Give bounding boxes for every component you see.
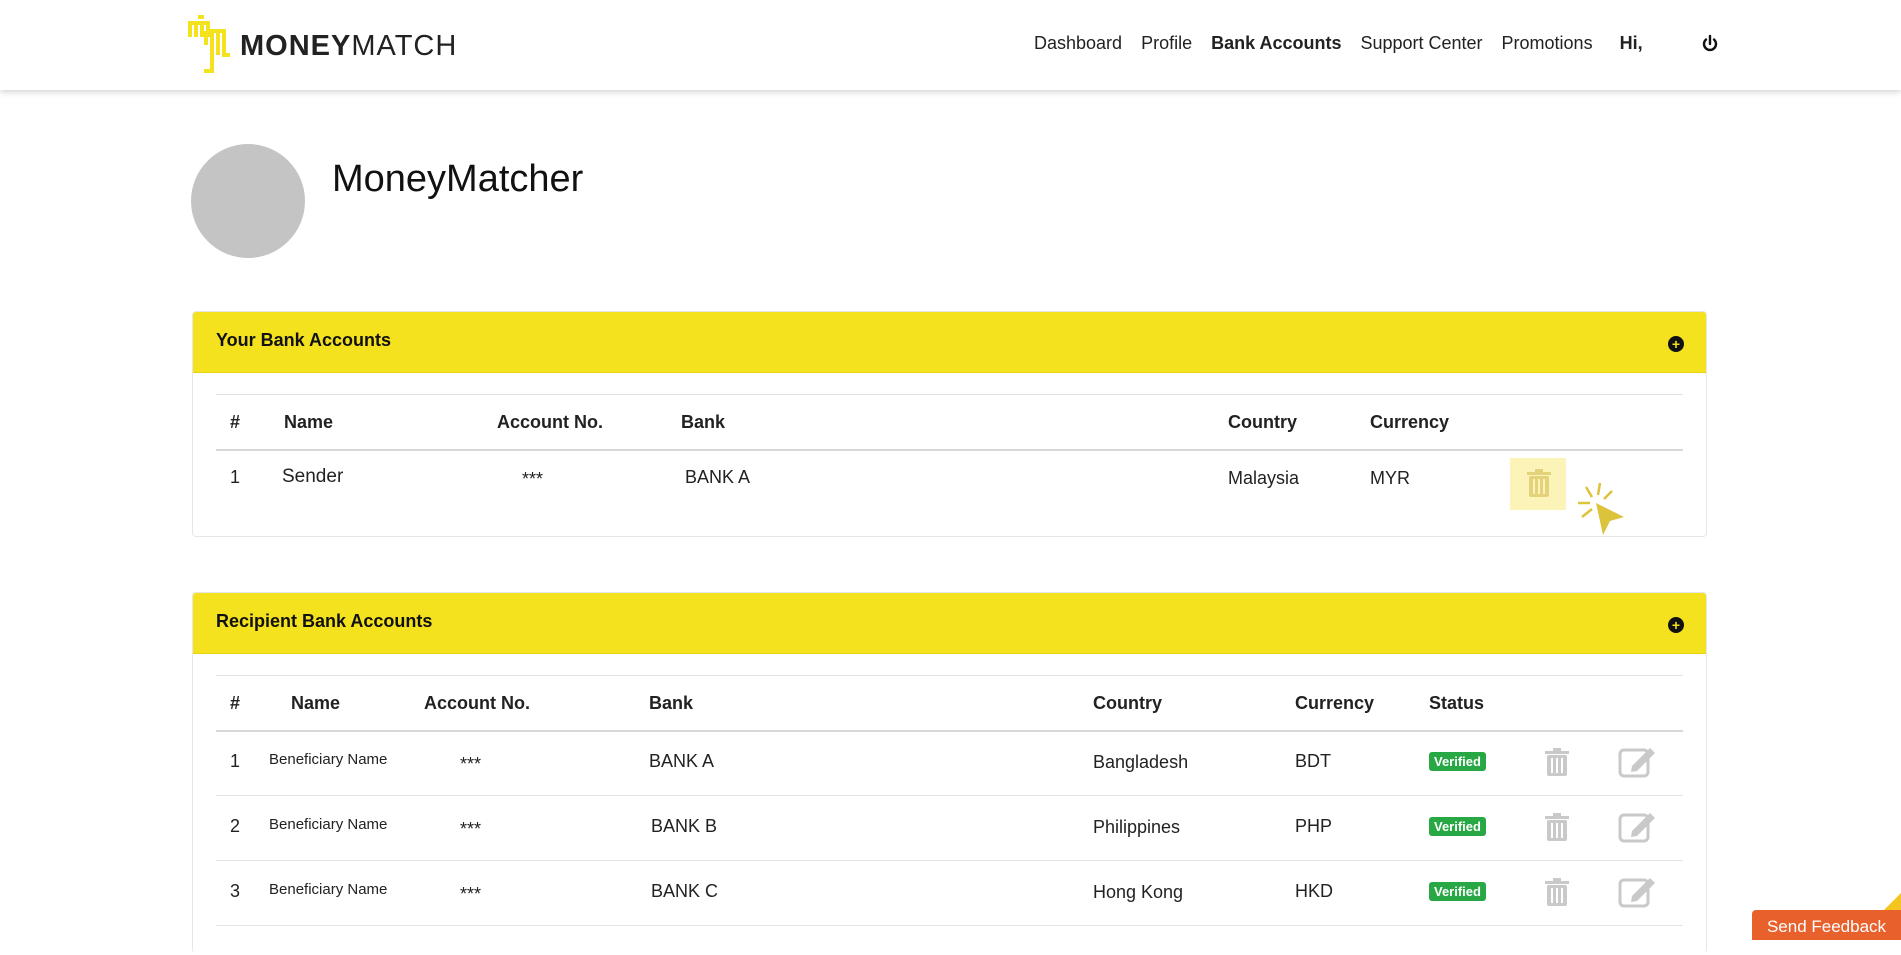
logo-mark-icon — [188, 15, 232, 77]
row-currency: MYR — [1370, 468, 1410, 489]
nav-support-center[interactable]: Support Center — [1360, 33, 1482, 54]
row-bank: BANK C — [651, 881, 718, 902]
click-cursor-icon — [1566, 475, 1636, 545]
col-currency: Currency — [1295, 693, 1374, 714]
panel-header: Recipient Bank Accounts + — [193, 593, 1706, 654]
trash-icon[interactable] — [1544, 747, 1570, 777]
row-number: 1 — [230, 751, 240, 772]
row-currency: PHP — [1295, 816, 1332, 837]
col-name: Name — [291, 693, 340, 714]
row-name: Sender — [282, 466, 343, 488]
col-country: Country — [1093, 693, 1162, 714]
row-currency: BDT — [1295, 751, 1331, 772]
col-name: Name — [284, 412, 333, 433]
row-number: 3 — [230, 881, 240, 902]
panel-title: Your Bank Accounts — [216, 330, 391, 351]
table-row: 3 Beneficiary Name *** BANK C Hong Kong … — [216, 861, 1683, 926]
user-greeting: Hi, — [1620, 33, 1643, 54]
row-bank: BANK A — [685, 467, 750, 488]
row-account: *** — [460, 819, 481, 840]
row-account: *** — [522, 469, 543, 490]
row-name: Beneficiary Name — [269, 751, 387, 768]
col-account-no: Account No. — [424, 693, 530, 714]
row-country: Philippines — [1093, 817, 1180, 838]
row-name: Beneficiary Name — [269, 816, 387, 833]
corner-tab — [1884, 893, 1901, 910]
col-country: Country — [1228, 412, 1297, 433]
table-row: 1 Sender *** BANK A Malaysia MYR — [216, 450, 1683, 505]
col-number: # — [230, 693, 240, 714]
status-badge: Verified — [1429, 752, 1486, 771]
nav-promotions[interactable]: Promotions — [1502, 33, 1593, 54]
col-bank: Bank — [649, 693, 693, 714]
recipient-accounts-table: # Name Account No. Bank Country Currency… — [216, 675, 1683, 955]
row-account: *** — [460, 884, 481, 905]
row-number: 2 — [230, 816, 240, 837]
table-header: # Name Account No. Bank Country Currency — [216, 394, 1683, 451]
col-status: Status — [1429, 693, 1484, 714]
edit-icon[interactable] — [1618, 746, 1656, 778]
nav-dashboard[interactable]: Dashboard — [1034, 33, 1122, 54]
row-bank: BANK A — [649, 751, 714, 772]
panel-header: Your Bank Accounts + — [193, 312, 1706, 373]
row-currency: HKD — [1295, 881, 1333, 902]
col-currency: Currency — [1370, 412, 1449, 433]
col-number: # — [230, 412, 240, 433]
power-icon[interactable] — [1700, 34, 1720, 54]
send-feedback-button[interactable]: Send Feedback — [1752, 910, 1901, 940]
row-account: *** — [460, 754, 481, 775]
status-badge: Verified — [1429, 817, 1486, 836]
avatar — [191, 144, 305, 258]
col-bank: Bank — [681, 412, 725, 433]
main-nav: Dashboard Profile Bank Accounts Support … — [1034, 33, 1643, 54]
row-name: Beneficiary Name — [269, 881, 387, 898]
your-accounts-table: # Name Account No. Bank Country Currency… — [216, 394, 1683, 524]
top-header: MONEYMATCH Dashboard Profile Bank Accoun… — [0, 0, 1901, 90]
status-badge: Verified — [1429, 882, 1486, 901]
brand-logo[interactable]: MONEYMATCH — [188, 15, 457, 77]
row-country: Bangladesh — [1093, 752, 1188, 773]
your-bank-accounts-panel: Your Bank Accounts + # Name Account No. … — [192, 311, 1707, 537]
add-bank-account-button[interactable]: + — [1668, 336, 1684, 352]
nav-profile[interactable]: Profile — [1141, 33, 1192, 54]
profile-name: MoneyMatcher — [332, 158, 583, 201]
add-recipient-button[interactable]: + — [1668, 617, 1684, 633]
table-row: 2 Beneficiary Name *** BANK B Philippine… — [216, 796, 1683, 861]
nav-bank-accounts[interactable]: Bank Accounts — [1211, 33, 1341, 54]
edit-icon[interactable] — [1618, 811, 1656, 843]
trash-icon[interactable] — [1526, 468, 1552, 498]
trash-icon[interactable] — [1544, 877, 1570, 907]
row-bank: BANK B — [651, 816, 717, 837]
row-country: Malaysia — [1228, 468, 1299, 489]
table-row: 1 Beneficiary Name *** BANK A Bangladesh… — [216, 731, 1683, 796]
row-number: 1 — [230, 467, 240, 488]
row-country: Hong Kong — [1093, 882, 1183, 903]
col-account-no: Account No. — [497, 412, 603, 433]
table-header: # Name Account No. Bank Country Currency… — [216, 675, 1683, 732]
trash-icon[interactable] — [1544, 812, 1570, 842]
panel-title: Recipient Bank Accounts — [216, 611, 432, 632]
brand-name: MONEYMATCH — [240, 30, 457, 63]
edit-icon[interactable] — [1618, 876, 1656, 908]
recipient-bank-accounts-panel: Recipient Bank Accounts + # Name Account… — [192, 592, 1707, 953]
